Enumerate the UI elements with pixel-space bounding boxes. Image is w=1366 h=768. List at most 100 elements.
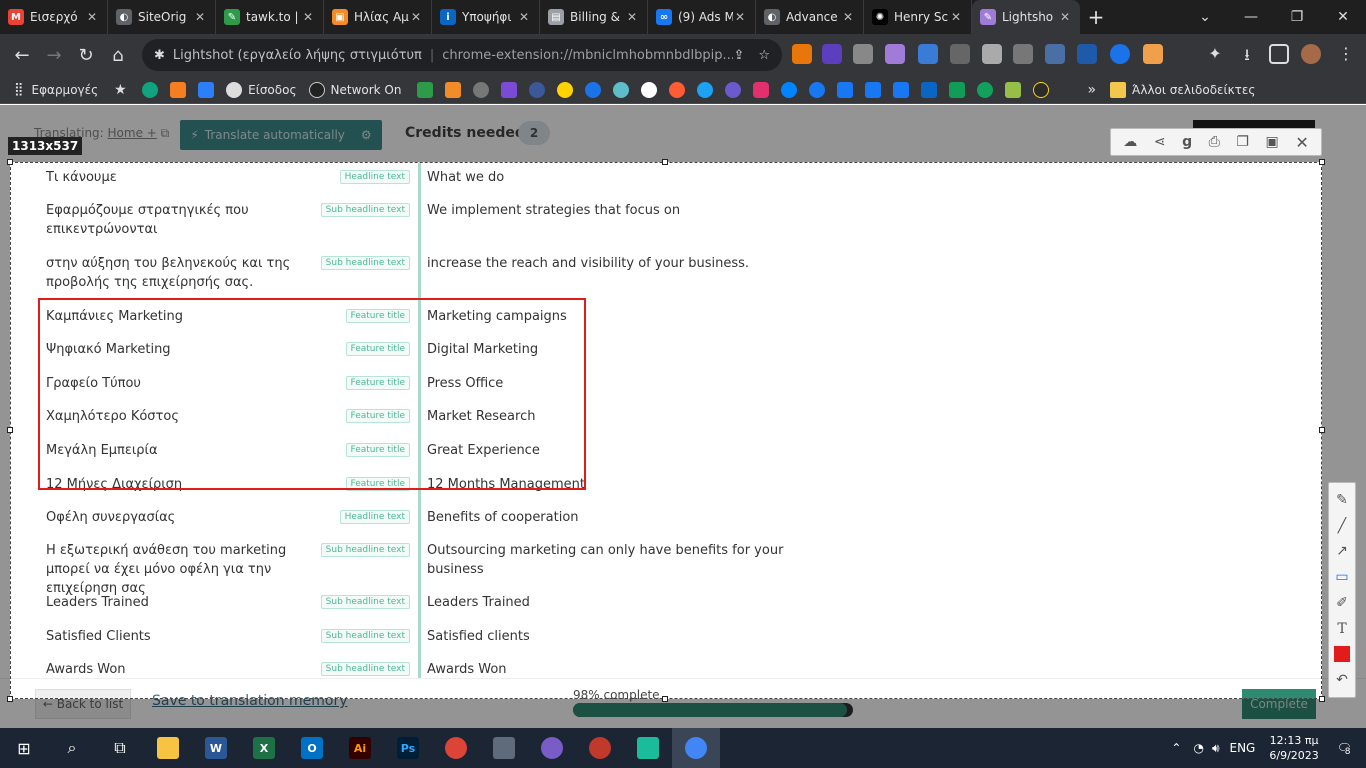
restore-icon[interactable]: ❐ [1274, 0, 1320, 34]
bookmark-icon-facebook[interactable] [809, 81, 826, 98]
bookmark-icon-2[interactable] [170, 81, 187, 98]
media-player-icon[interactable] [576, 728, 624, 768]
bookmark-icon-8[interactable] [529, 81, 546, 98]
bookmark-icon-linkedin[interactable] [921, 81, 938, 98]
bookmark-icon-meta-2[interactable] [865, 81, 882, 98]
volume-icon[interactable]: 🔊︎ [1212, 741, 1220, 756]
extension-icon-5[interactable] [918, 44, 938, 64]
extension-icon-7[interactable] [982, 44, 1002, 64]
tab-close-icon[interactable]: ✕ [517, 10, 531, 24]
tab-close-icon[interactable]: ✕ [841, 10, 855, 24]
window-close-icon[interactable]: ✕ [1320, 0, 1366, 34]
side-panel-icon[interactable] [1269, 44, 1289, 64]
bookmark-icon-6[interactable] [473, 81, 490, 98]
bookmark-icon-meta-1[interactable] [837, 81, 854, 98]
browser-tab[interactable]: ▤ Billing & ✕ [540, 0, 648, 34]
text-icon[interactable]: T [1337, 621, 1346, 637]
save-icon[interactable]: ▣ [1266, 134, 1279, 150]
bookmarks-overflow-chevron[interactable]: » [1087, 82, 1096, 98]
notification-icon[interactable]: 🗨︎8 [1337, 741, 1352, 757]
bookmark-icon-9[interactable] [557, 81, 574, 98]
calculator-icon[interactable] [480, 728, 528, 768]
target-text-field[interactable]: Satisfied clients [427, 627, 787, 646]
target-text-field[interactable]: We implement strategies that focus on [427, 201, 787, 220]
selection-handle-e[interactable] [1319, 427, 1325, 433]
print-icon[interactable]: ⎙ [1209, 134, 1220, 150]
browser-tab[interactable]: M Εισερχό ✕ [0, 0, 108, 34]
bookmark-icon-11[interactable] [613, 81, 630, 98]
marker-icon[interactable]: ✐ [1336, 595, 1348, 611]
extension-icon-9[interactable] [1045, 44, 1065, 64]
bookmark-icon-15[interactable] [725, 81, 742, 98]
selection-handle-ne[interactable] [1319, 159, 1325, 165]
star-icon[interactable]: ★ [114, 82, 130, 98]
browser-tab[interactable]: ✎ tawk.to | ✕ [216, 0, 324, 34]
photoshop-icon[interactable]: Ps [384, 728, 432, 768]
line-icon[interactable]: ╱ [1338, 518, 1346, 534]
selection-handle-s[interactable] [662, 696, 668, 702]
bookmark-network[interactable]: Network On [308, 79, 401, 101]
search-icon[interactable]: ⌕ [48, 728, 96, 768]
bookmark-icon-12[interactable] [641, 81, 658, 98]
pen-icon[interactable]: ✎ [1336, 492, 1348, 508]
bookmark-icon-14[interactable] [697, 81, 714, 98]
selection-handle-se[interactable] [1319, 696, 1325, 702]
selection-handle-n[interactable] [662, 159, 668, 165]
arrow-icon[interactable]: ↗ [1336, 543, 1348, 559]
bookmark-icon-5[interactable] [445, 81, 462, 98]
language-indicator[interactable]: ENG [1230, 741, 1256, 755]
bookmark-other-folder[interactable]: Άλλοι σελιδοδείκτες [1110, 79, 1255, 101]
minimize-icon[interactable]: — [1228, 0, 1274, 34]
chrome-icon[interactable] [432, 728, 480, 768]
extension-icon-11[interactable] [1110, 44, 1130, 64]
extensions-puzzle-icon[interactable]: ✦ [1205, 44, 1225, 64]
selection-handle-w[interactable] [7, 427, 13, 433]
profile-avatar[interactable] [1301, 44, 1321, 64]
tab-close-icon[interactable]: ✕ [949, 10, 963, 24]
target-text-field[interactable]: increase the reach and visibility of you… [427, 254, 787, 273]
bookmark-signin[interactable]: Είσοδος [226, 79, 297, 101]
target-text-field[interactable]: What we do [427, 168, 787, 187]
bird-app-icon[interactable] [528, 728, 576, 768]
wifi-icon[interactable]: ◔ [1193, 741, 1203, 755]
task-view-icon[interactable]: ⧉ [96, 728, 144, 768]
code-extension-icon[interactable] [950, 44, 970, 64]
link-app-icon[interactable] [624, 728, 672, 768]
browser-tab[interactable]: ◐ SiteOrig ✕ [108, 0, 216, 34]
file-explorer-icon[interactable] [144, 728, 192, 768]
tab-close-icon[interactable]: ✕ [409, 10, 423, 24]
browser-tab[interactable]: ✎ Lightsho ✕ [972, 0, 1080, 34]
bookmark-star-icon[interactable]: ☆ [758, 48, 770, 63]
browser-tab[interactable]: i Υποψήφι ✕ [432, 0, 540, 34]
back-arrow-icon[interactable]: ← [6, 39, 38, 71]
bookmark-icon-messenger[interactable] [781, 81, 798, 98]
illustrator-icon[interactable]: Ai [336, 728, 384, 768]
copy-icon[interactable]: ❐ [1236, 134, 1249, 150]
browser-tab[interactable]: ▣ Ηλίας Αμ ✕ [324, 0, 432, 34]
bookmark-icon-10[interactable] [585, 81, 602, 98]
forward-arrow-icon[interactable]: → [38, 39, 70, 71]
rectangle-icon[interactable]: ▭ [1335, 569, 1348, 585]
chevron-down-icon[interactable]: ⌄ [1182, 0, 1228, 34]
close-icon[interactable]: ✕ [1295, 133, 1308, 152]
share-icon[interactable]: ⋖ [1154, 134, 1166, 150]
word-icon[interactable]: W [192, 728, 240, 768]
bookmark-icon-tawk[interactable] [417, 81, 434, 98]
share-page-icon[interactable]: ⇪ [733, 48, 744, 63]
bookmark-icon-26[interactable] [1033, 81, 1050, 98]
bookmark-icon-24[interactable] [977, 81, 994, 98]
tab-close-icon[interactable]: ✕ [1058, 10, 1072, 24]
upload-icon[interactable]: ☁ [1123, 134, 1137, 150]
browser-tab[interactable]: ∞ (9) Ads M ✕ [648, 0, 756, 34]
extension-icon-12[interactable] [1143, 44, 1163, 64]
bookmark-icon-instagram[interactable] [753, 81, 770, 98]
bookmark-icon-shopify[interactable] [1005, 81, 1022, 98]
target-text-field[interactable]: Awards Won [427, 660, 787, 679]
browser-tab[interactable]: ◐ Advance ✕ [756, 0, 864, 34]
lightshot-extension-icon[interactable] [885, 44, 905, 64]
tab-close-icon[interactable]: ✕ [625, 10, 639, 24]
google-search-icon[interactable]: g [1182, 134, 1192, 150]
tab-close-icon[interactable]: ✕ [733, 10, 747, 24]
reload-icon[interactable]: ↻ [70, 39, 102, 71]
bookmark-icon-23[interactable] [949, 81, 966, 98]
